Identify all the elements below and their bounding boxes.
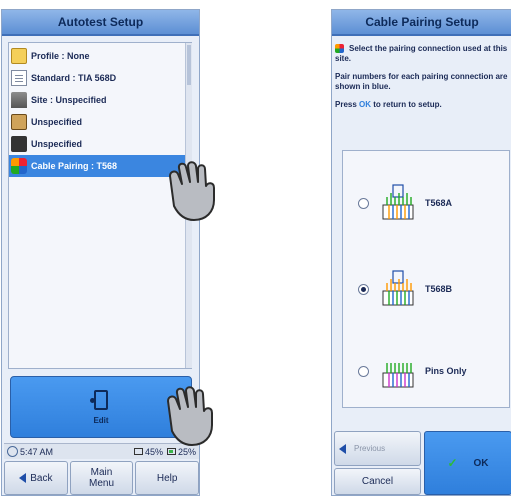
list-item-device[interactable]: Unspecified	[9, 133, 191, 155]
cable-pairs-icon	[11, 158, 27, 174]
edit-label: Edit	[93, 415, 109, 425]
list-item-standard[interactable]: Standard : TIA 568D	[9, 67, 191, 89]
cable-pairs-icon	[335, 44, 344, 54]
jack-pinout-icon	[382, 184, 414, 220]
pointing-hand-icon	[169, 161, 215, 221]
help-label: Help	[156, 472, 178, 484]
scrollbar-thumb[interactable]	[187, 45, 191, 85]
battery-level-1: 45%	[144, 446, 163, 457]
jack-pinout-icon	[382, 363, 414, 388]
back-button[interactable]: Back	[4, 461, 68, 495]
checkmark-icon: ✓	[447, 456, 458, 470]
list-item-profile[interactable]: Profile : None	[9, 45, 191, 67]
main-menu-button[interactable]: Main Menu	[69, 461, 134, 495]
cancel-label: Cancel	[361, 476, 394, 487]
previous-button[interactable]: Previous	[334, 431, 421, 466]
battery-icon	[133, 448, 143, 455]
instruction-pairs: Pair numbers for each pairing connection…	[335, 72, 508, 91]
list-item-cable[interactable]: Unspecified	[9, 111, 191, 133]
edit-icon	[90, 389, 108, 410]
list-item-label: Unspecified	[31, 117, 83, 127]
previous-label: Previous	[354, 444, 386, 453]
option-label: Pins Only	[425, 366, 467, 376]
cable-pairing-title: Cable Pairing Setup	[332, 10, 511, 36]
status-time: 5:47 AM	[20, 446, 54, 457]
help-button[interactable]: Help	[135, 461, 200, 495]
radio-t568a[interactable]	[358, 197, 369, 209]
main-menu-label: Main Menu	[88, 467, 114, 489]
box-icon	[11, 136, 27, 152]
cable-pairing-setup-screen: Cable Pairing Setup Select the pairing c…	[331, 9, 511, 496]
folder-icon	[11, 48, 27, 64]
autotest-setup-title: Autotest Setup	[2, 10, 199, 36]
battery-icon	[166, 448, 176, 455]
bottom-nav: Back Main Menu Help	[4, 461, 200, 495]
radio-pins-only[interactable]	[358, 365, 369, 377]
list-item-label: Standard : TIA 568D	[31, 73, 117, 83]
document-icon	[11, 70, 27, 86]
option-pins-only[interactable]: Pins Only	[343, 339, 509, 403]
battery-level-2: 25%	[177, 446, 196, 457]
option-label: T568A	[425, 198, 453, 208]
back-arrow-icon	[19, 473, 27, 483]
instructions: Select the pairing connection used at th…	[335, 44, 511, 118]
ok-label: OK	[473, 457, 489, 469]
option-label: T568B	[425, 284, 453, 294]
option-t568b[interactable]: T568B	[343, 257, 509, 321]
cable-icon	[11, 114, 27, 130]
list-item-label: Cable Pairing : T568	[31, 161, 118, 171]
pointing-hand-icon	[167, 386, 213, 446]
building-icon	[11, 92, 27, 108]
pairing-options: T568A T568B Pins Only	[342, 150, 510, 408]
cancel-button[interactable]: Cancel	[334, 468, 421, 495]
previous-arrow-icon	[339, 443, 346, 454]
list-item-label: Site : Unspecified	[31, 95, 107, 105]
ok-button[interactable]: ✓ OK	[424, 431, 511, 495]
instruction-select: Select the pairing connection used at th…	[335, 44, 508, 63]
option-t568a[interactable]: T568A	[343, 171, 509, 235]
back-label: Back	[30, 472, 53, 484]
instruction-press-ok: Press OK to return to setup.	[335, 100, 442, 109]
list-item-label: Profile : None	[31, 51, 90, 61]
clock-icon	[7, 446, 18, 457]
radio-t568b[interactable]	[358, 283, 369, 295]
list-item-label: Unspecified	[31, 139, 83, 149]
list-item-site[interactable]: Site : Unspecified	[9, 89, 191, 111]
jack-pinout-icon	[382, 270, 414, 306]
